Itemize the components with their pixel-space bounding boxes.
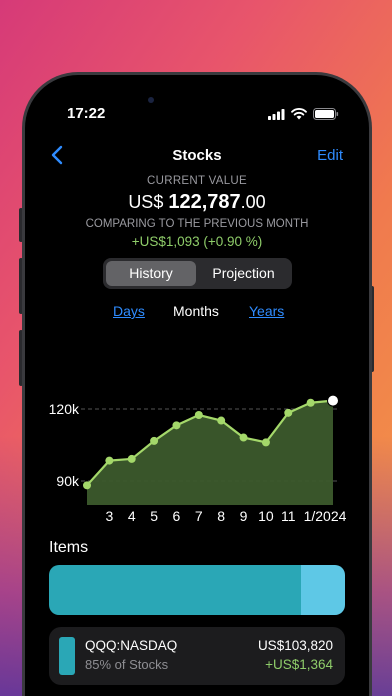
x-tick-label: 9 <box>240 508 248 524</box>
data-point[interactable] <box>284 408 293 417</box>
data-point[interactable] <box>306 398 315 407</box>
history-projection-segmented-control: History Projection <box>103 258 292 289</box>
x-tick-label: 7 <box>195 508 203 524</box>
data-point[interactable] <box>105 456 114 465</box>
current-value-decimal: .00 <box>240 192 266 212</box>
x-tick-label: 11 <box>281 508 296 524</box>
data-point[interactable] <box>194 411 203 419</box>
front-camera <box>148 97 154 103</box>
area-fill <box>87 400 333 505</box>
x-tick-label: 6 <box>173 508 181 524</box>
x-tick-label: 10 <box>258 508 274 524</box>
selected-data-point[interactable] <box>327 394 339 407</box>
status-icons <box>268 108 339 120</box>
status-time: 17:22 <box>67 105 106 122</box>
x-tick-label: 4 <box>128 508 136 524</box>
allocation-bar[interactable] <box>49 565 345 615</box>
item-color-swatch <box>59 637 75 675</box>
edit-button[interactable]: Edit <box>317 147 343 164</box>
allocation-segment[interactable] <box>49 565 301 615</box>
allocation-segment[interactable] <box>300 565 345 615</box>
item-name: QQQ:NASDAQ <box>85 638 178 653</box>
data-point[interactable] <box>239 433 248 442</box>
x-tick-label: 3 <box>105 508 113 524</box>
years-link[interactable]: Years <box>249 303 284 319</box>
data-point[interactable] <box>83 481 91 490</box>
comparison-label: COMPARING TO THE PREVIOUS MONTH <box>85 218 309 230</box>
history-segment[interactable]: History <box>106 261 196 286</box>
data-point[interactable] <box>172 421 181 430</box>
x-tick-label: 5 <box>150 508 158 524</box>
comparison-change: +US$1,093 (+0.90 %) <box>131 234 263 249</box>
x-tick-label: 1/2024 <box>304 508 347 524</box>
months-option[interactable]: Months <box>173 303 219 319</box>
list-item[interactable]: QQQ:NASDAQ 85% of Stocks US$103,820 +US$… <box>49 627 345 685</box>
y-tick-label: 90k <box>56 473 80 489</box>
value-history-chart: 90k 120k 3 4 5 6 7 8 9 10 11 1/2024 <box>49 394 347 524</box>
item-share: 85% of Stocks <box>85 657 169 672</box>
y-tick-label: 120k <box>49 401 80 417</box>
current-value-label: CURRENT VALUE <box>147 175 247 187</box>
navigation-bar: Stocks Edit <box>25 145 369 169</box>
current-value: US$ 122,787.00 <box>25 191 369 214</box>
data-point[interactable] <box>150 436 159 445</box>
data-point[interactable] <box>217 416 226 425</box>
items-heading: Items <box>49 539 89 556</box>
status-bar: 17:22 <box>25 105 369 125</box>
phone-frame: 17:22 Stocks Edit CURRENT VALUE US$ 122,… <box>22 72 372 696</box>
period-selector: Days Months Years <box>25 303 369 323</box>
projection-segment[interactable]: Projection <box>198 261 289 286</box>
currency-label: US$ <box>128 192 164 212</box>
data-point[interactable] <box>261 438 270 447</box>
wifi-icon <box>291 108 307 120</box>
data-point[interactable] <box>127 454 136 463</box>
cellular-signal-icon <box>268 108 285 120</box>
app-screen: 17:22 Stocks Edit CURRENT VALUE US$ 122,… <box>25 75 369 696</box>
days-link[interactable]: Days <box>113 303 145 319</box>
item-value: US$103,820 <box>257 638 333 653</box>
battery-icon <box>313 108 339 120</box>
current-value-integer: 122,787 <box>168 191 241 213</box>
x-tick-label: 8 <box>217 508 225 524</box>
item-change: +US$1,364 <box>265 657 333 672</box>
